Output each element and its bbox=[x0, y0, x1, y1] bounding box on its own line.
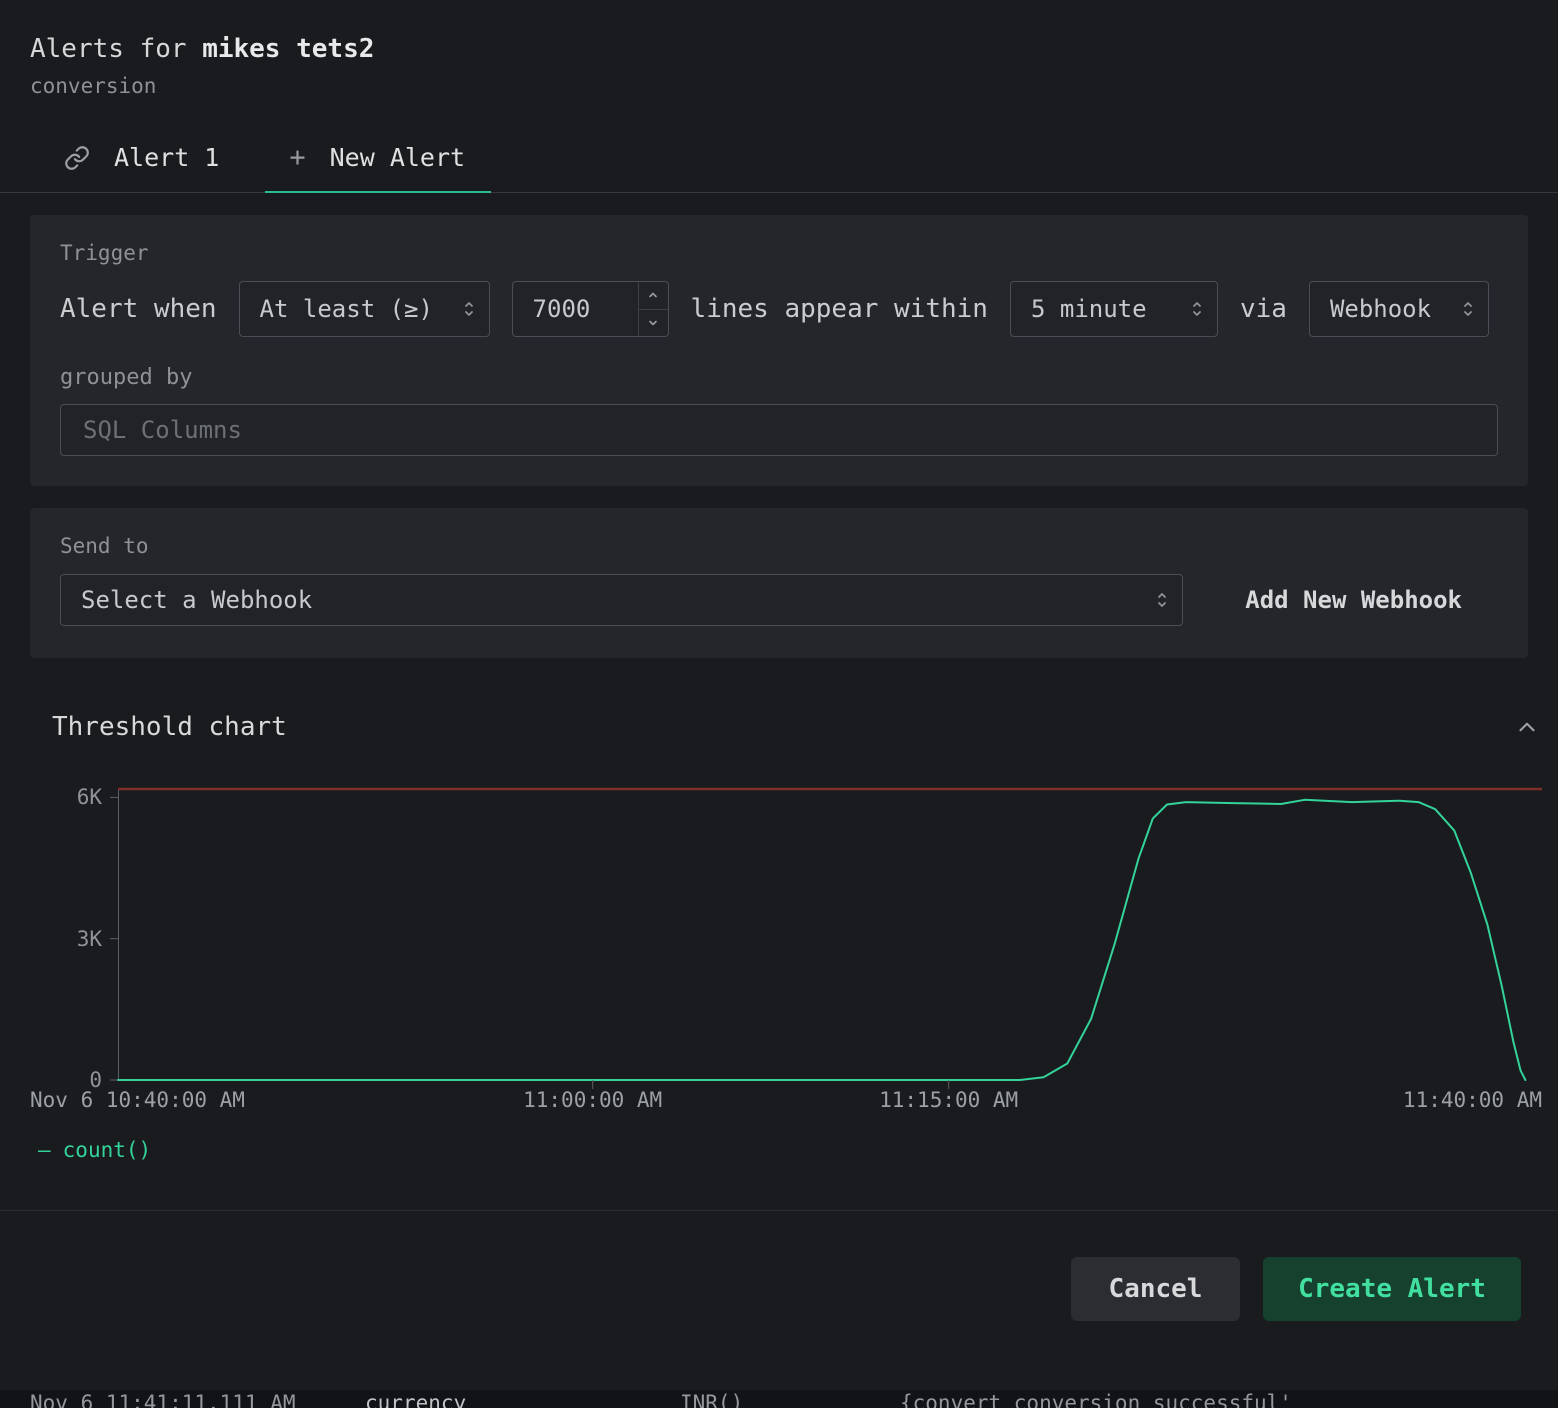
page-subtitle: conversion bbox=[30, 74, 1528, 98]
log-message-fragment: {convert conversion successful' bbox=[900, 1390, 1292, 1408]
chart-title: Threshold chart bbox=[52, 712, 287, 742]
threshold-chart-svg bbox=[118, 788, 1542, 1080]
interval-select[interactable]: 5 minute bbox=[1010, 281, 1218, 337]
alert-tabs: Alert 1 + New Alert bbox=[0, 126, 1558, 193]
via-label: via bbox=[1240, 294, 1287, 324]
channel-value: Webhook bbox=[1330, 295, 1431, 323]
channel-select[interactable]: Webhook bbox=[1309, 281, 1489, 337]
webhook-select-value: Select a Webhook bbox=[81, 586, 312, 614]
modal-header: Alerts for mikes tets2 conversion bbox=[0, 0, 1558, 98]
threshold-value: 7000 bbox=[513, 282, 638, 336]
webhook-select[interactable]: Select a Webhook bbox=[60, 574, 1183, 626]
comparator-value: At least (≥) bbox=[260, 295, 433, 323]
send-to-panel: Send to Select a Webhook Add New Webhook bbox=[30, 508, 1528, 658]
tab-label: New Alert bbox=[330, 143, 465, 172]
y-axis-label: 3K bbox=[30, 926, 102, 952]
tab-alert-1[interactable]: Alert 1 bbox=[50, 126, 245, 193]
threshold-chart-section: Threshold chart 03K6K Nov 6 10:40:00 AM1… bbox=[30, 712, 1544, 1162]
log-value-fragment: INR() bbox=[680, 1390, 743, 1408]
x-axis-label: 11:00:00 AM bbox=[523, 1088, 662, 1112]
page-title: Alerts for mikes tets2 bbox=[30, 34, 1528, 64]
trigger-row: Alert when At least (≥) 7000 l bbox=[60, 281, 1498, 337]
grouped-by-label: grouped by bbox=[60, 365, 1498, 390]
plus-icon: + bbox=[289, 142, 305, 173]
x-axis-label: 11:15:00 AM bbox=[879, 1088, 1018, 1112]
lines-appear-label: lines appear within bbox=[691, 294, 988, 324]
select-chevrons-icon bbox=[1191, 298, 1203, 320]
trigger-panel: Trigger Alert when At least (≥) 7000 bbox=[30, 215, 1528, 486]
spinner-up-button[interactable] bbox=[639, 282, 668, 310]
tab-new-alert[interactable]: + New Alert bbox=[265, 126, 491, 193]
chart-legend: — count() bbox=[38, 1138, 1544, 1162]
legend-series-name: count() bbox=[63, 1138, 152, 1162]
cancel-button[interactable]: Cancel bbox=[1071, 1257, 1240, 1321]
select-chevrons-icon bbox=[463, 298, 475, 320]
send-to-section-label: Send to bbox=[60, 534, 1498, 558]
create-alert-button[interactable]: Create Alert bbox=[1263, 1257, 1521, 1321]
x-axis-label: 11:40:00 AM bbox=[1403, 1088, 1542, 1112]
select-chevrons-icon bbox=[1156, 589, 1168, 611]
alert-when-label: Alert when bbox=[60, 294, 217, 324]
background-log-row: Nov 6 11:41:11.111 AM currency INR() {co… bbox=[0, 1390, 1558, 1408]
number-spinner bbox=[638, 282, 668, 336]
legend-line-swatch: — bbox=[38, 1138, 51, 1162]
series-line-count bbox=[118, 800, 1525, 1080]
log-column-fragment: currency bbox=[365, 1390, 466, 1408]
tab-label: Alert 1 bbox=[114, 143, 219, 172]
spinner-down-button[interactable] bbox=[639, 310, 668, 337]
log-timestamp-fragment: Nov 6 11:41:11.111 AM bbox=[30, 1390, 296, 1408]
x-axis-label: Nov 6 10:40:00 AM bbox=[30, 1088, 245, 1112]
send-to-row: Select a Webhook Add New Webhook bbox=[60, 574, 1498, 658]
alert-modal: Alerts for mikes tets2 conversion Alert … bbox=[0, 0, 1558, 1390]
chart-header: Threshold chart bbox=[30, 712, 1544, 742]
add-new-webhook-button[interactable]: Add New Webhook bbox=[1245, 586, 1462, 614]
comparator-select[interactable]: At least (≥) bbox=[239, 281, 490, 337]
chart-x-axis: Nov 6 10:40:00 AM 11:00:00 AM 11:15:00 AM 1… bbox=[30, 1088, 1544, 1118]
y-axis-label: 6K bbox=[30, 784, 102, 810]
select-chevrons-icon bbox=[1462, 298, 1474, 320]
group-by-input[interactable] bbox=[60, 404, 1498, 456]
threshold-line-chart: 03K6K bbox=[30, 780, 1544, 1080]
link-icon bbox=[64, 145, 90, 171]
modal-footer: Cancel Create Alert bbox=[0, 1211, 1558, 1321]
interval-value: 5 minute bbox=[1031, 295, 1147, 323]
collapse-chart-icon[interactable] bbox=[1514, 714, 1544, 740]
threshold-value-input[interactable]: 7000 bbox=[512, 281, 669, 337]
trigger-section-label: Trigger bbox=[60, 241, 1498, 265]
